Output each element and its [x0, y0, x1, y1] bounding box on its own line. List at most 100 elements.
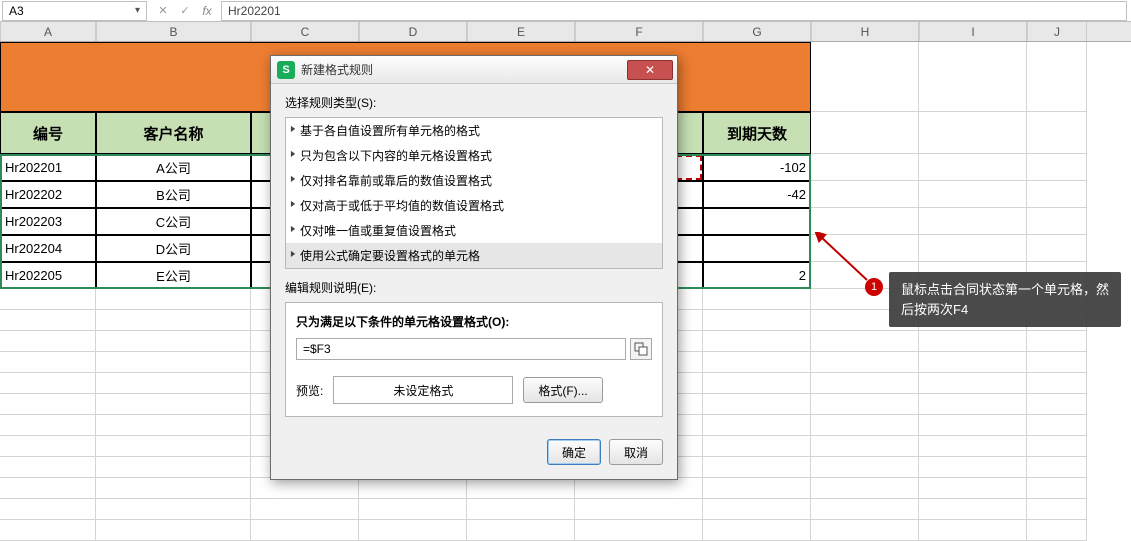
cell[interactable] — [0, 310, 96, 331]
cell[interactable] — [96, 352, 251, 373]
cell[interactable] — [0, 478, 96, 499]
cell[interactable] — [96, 415, 251, 436]
cell-days[interactable]: -102 — [703, 154, 811, 181]
cell[interactable] — [811, 235, 919, 262]
cell[interactable] — [919, 310, 1027, 331]
cell[interactable] — [96, 436, 251, 457]
cell[interactable] — [575, 478, 703, 499]
col-header[interactable]: J — [1027, 22, 1087, 41]
cell[interactable] — [919, 436, 1027, 457]
cell[interactable] — [0, 415, 96, 436]
col-header[interactable]: B — [96, 22, 251, 41]
cell[interactable] — [811, 415, 919, 436]
cell[interactable] — [0, 352, 96, 373]
cell[interactable] — [703, 310, 811, 331]
cell[interactable] — [703, 457, 811, 478]
cell[interactable] — [0, 436, 96, 457]
cell[interactable] — [251, 478, 359, 499]
cell[interactable] — [703, 415, 811, 436]
cell[interactable] — [1027, 478, 1087, 499]
cell[interactable] — [919, 415, 1027, 436]
cell[interactable] — [811, 331, 919, 352]
cell[interactable] — [919, 208, 1027, 235]
header-id[interactable]: 编号 — [0, 112, 96, 154]
cell[interactable] — [811, 394, 919, 415]
col-header[interactable]: A — [0, 22, 96, 41]
col-header[interactable]: F — [575, 22, 703, 41]
cell[interactable] — [96, 310, 251, 331]
cell[interactable] — [919, 457, 1027, 478]
cell[interactable] — [919, 181, 1027, 208]
cell[interactable] — [1027, 499, 1087, 520]
cell-days[interactable] — [703, 235, 811, 262]
cell[interactable] — [1027, 208, 1087, 235]
cell[interactable] — [811, 478, 919, 499]
cell[interactable] — [919, 352, 1027, 373]
formula-condition-input[interactable]: =$F3 — [296, 338, 626, 360]
cell[interactable] — [703, 436, 811, 457]
cell[interactable] — [1027, 331, 1087, 352]
cell-customer[interactable]: E公司 — [96, 262, 251, 289]
cell[interactable] — [0, 394, 96, 415]
accept-formula-icon[interactable]: ✓ — [175, 2, 195, 20]
cell[interactable] — [919, 235, 1027, 262]
col-header[interactable]: H — [811, 22, 919, 41]
cell[interactable] — [919, 478, 1027, 499]
cancel-button[interactable]: 取消 — [609, 439, 663, 465]
cell[interactable] — [96, 373, 251, 394]
cell[interactable] — [1027, 310, 1087, 331]
chevron-down-icon[interactable]: ▾ — [135, 5, 140, 16]
cell[interactable] — [811, 289, 919, 310]
cell[interactable] — [811, 181, 919, 208]
cell[interactable] — [811, 373, 919, 394]
cell[interactable] — [96, 394, 251, 415]
cell-id[interactable]: Hr202203 — [0, 208, 96, 235]
cell[interactable] — [811, 154, 919, 181]
cell[interactable] — [703, 394, 811, 415]
cell[interactable] — [96, 289, 251, 310]
cell-id[interactable]: Hr202201 — [0, 154, 96, 181]
cell[interactable] — [1027, 415, 1087, 436]
cell[interactable] — [0, 373, 96, 394]
cell[interactable] — [703, 478, 811, 499]
cell[interactable] — [467, 499, 575, 520]
cell[interactable] — [575, 499, 703, 520]
cell[interactable] — [811, 262, 919, 289]
cell[interactable] — [919, 262, 1027, 289]
cell[interactable] — [1027, 112, 1087, 154]
ok-button[interactable]: 确定 — [547, 439, 601, 465]
cell[interactable] — [0, 289, 96, 310]
cell[interactable] — [703, 352, 811, 373]
rule-type-item[interactable]: 只为包含以下内容的单元格设置格式 — [286, 143, 662, 168]
header-customer[interactable]: 客户名称 — [96, 112, 251, 154]
cell[interactable] — [251, 499, 359, 520]
cell[interactable] — [919, 394, 1027, 415]
cell[interactable] — [811, 42, 919, 112]
cell-customer[interactable]: B公司 — [96, 181, 251, 208]
formula-input[interactable]: Hr202201 — [221, 1, 1127, 21]
col-header[interactable]: C — [251, 22, 359, 41]
range-picker-button[interactable] — [630, 338, 652, 360]
cell[interactable] — [811, 112, 919, 154]
cell-id[interactable]: Hr202202 — [0, 181, 96, 208]
cell-customer[interactable]: A公司 — [96, 154, 251, 181]
rule-type-item[interactable]: 仅对高于或低于平均值的数值设置格式 — [286, 193, 662, 218]
cell[interactable] — [0, 499, 96, 520]
cell[interactable] — [703, 373, 811, 394]
cell[interactable] — [1027, 457, 1087, 478]
cell[interactable] — [96, 478, 251, 499]
cell[interactable] — [919, 499, 1027, 520]
cancel-formula-icon[interactable]: ✕ — [153, 2, 173, 20]
name-box[interactable]: A3 ▾ — [2, 1, 147, 21]
cell[interactable] — [1027, 394, 1087, 415]
cell[interactable] — [919, 289, 1027, 310]
rule-type-item[interactable]: 仅对排名靠前或靠后的数值设置格式 — [286, 168, 662, 193]
cell[interactable] — [811, 208, 919, 235]
cell[interactable] — [1027, 373, 1087, 394]
rule-type-item[interactable]: 基于各自值设置所有单元格的格式 — [286, 118, 662, 143]
cell-customer[interactable]: D公司 — [96, 235, 251, 262]
cell[interactable] — [703, 331, 811, 352]
cell[interactable] — [359, 499, 467, 520]
cell[interactable] — [96, 331, 251, 352]
fx-icon[interactable]: fx — [197, 2, 217, 20]
